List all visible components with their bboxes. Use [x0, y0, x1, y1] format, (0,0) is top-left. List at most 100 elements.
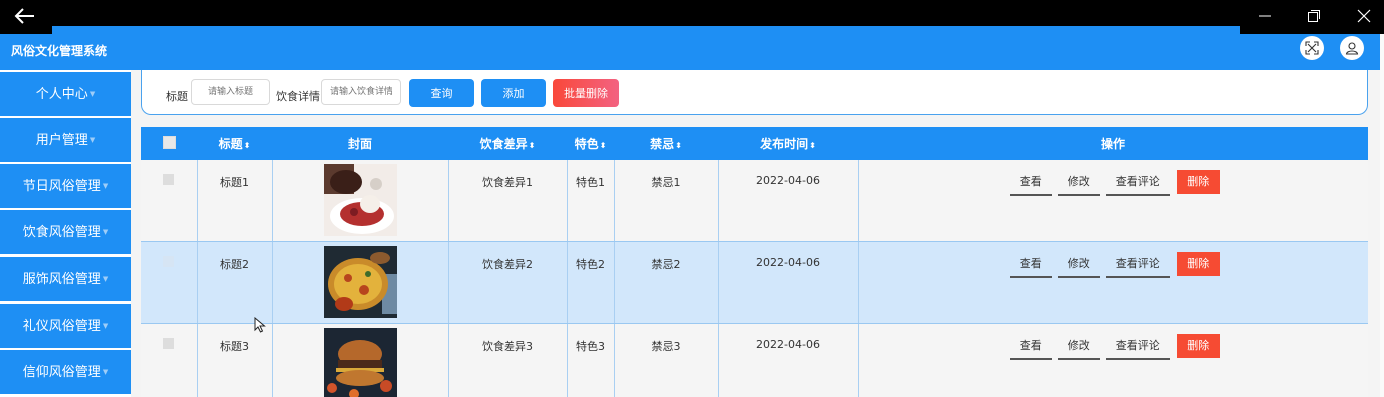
app-header: 风俗文化管理系统 [0, 34, 1380, 70]
row-checkbox-cell [141, 323, 198, 397]
sort-icon: ⬍ [528, 141, 536, 150]
title-cell: 标题2 [197, 241, 273, 324]
view-button[interactable]: 查看 [1009, 170, 1052, 196]
col-header-label: 禁忌 [650, 137, 675, 151]
sidebar: 个人中心 ▼ 用户管理 ▼ 节日风俗管理 ▼ 饮食风俗管理 ▼ 服饰风俗管理 ▼ 礼仪风俗… [0, 70, 131, 397]
delete-button[interactable]: 删除 [1176, 334, 1220, 358]
time-cell: 2022-04-06 [718, 241, 859, 324]
search-bar: 标题 饮食详情 查询 添加 批量删除 [141, 70, 1368, 115]
col-title-header[interactable]: 标题⬍ [197, 127, 272, 160]
batch-delete-button[interactable]: 批量删除 [553, 79, 619, 107]
chevron-down-icon: ▼ [102, 275, 109, 283]
sidebar-item-label: 信仰风俗管理 [22, 365, 101, 380]
scrollbar-track[interactable] [1380, 34, 1384, 397]
dessert-photo[interactable] [323, 164, 397, 236]
title-search-input[interactable] [191, 79, 270, 105]
ops-cell: 查看 修改 查看评论 删除 [858, 160, 1368, 242]
view-comments-button[interactable]: 查看评论 [1105, 334, 1170, 360]
sidebar-item-etiquette-customs[interactable]: 礼仪风俗管理 ▼ [0, 304, 131, 348]
sidebar-item-label: 礼仪风俗管理 [22, 319, 101, 334]
col-time-header[interactable]: 发布时间⬍ [718, 127, 858, 160]
sidebar-item-personal-center[interactable]: 个人中心 ▼ [0, 72, 131, 116]
view-comments-button[interactable]: 查看评论 [1105, 170, 1170, 196]
app-title: 风俗文化管理系统 [11, 44, 108, 58]
cover-cell [272, 241, 449, 324]
restore-icon[interactable] [1294, 4, 1334, 28]
row-checkbox-cell [141, 160, 198, 242]
chevron-down-icon: ▼ [102, 322, 109, 330]
select-all-header [141, 127, 197, 160]
view-comments-button[interactable]: 查看评论 [1105, 252, 1170, 278]
table-row: 标题3 饮食差异3 特色3 禁忌3 2022-04-06 查看 修改 查看评论 … [141, 323, 1368, 397]
add-button[interactable]: 添加 [481, 79, 546, 107]
sidebar-item-festival-customs[interactable]: 节日风俗管理 ▼ [0, 164, 131, 208]
food-detail-search-input[interactable] [321, 79, 401, 105]
diff-cell: 饮食差异1 [448, 160, 568, 242]
title-label: 标题 [166, 90, 188, 103]
food-detail-label: 饮食详情 [276, 90, 320, 103]
col-diff-header[interactable]: 饮食差异⬍ [448, 127, 567, 160]
header-top-strip [52, 26, 1240, 34]
title-cell: 标题1 [197, 160, 273, 242]
table-row: 标题2 饮食差异2 特色2 禁忌2 2022-04-06 查看 修改 查看评论 … [141, 241, 1368, 324]
chevron-down-icon: ▼ [102, 368, 109, 376]
col-header-label: 封面 [347, 137, 372, 151]
sidebar-item-food-customs[interactable]: 饮食风俗管理 ▼ [0, 210, 131, 254]
close-icon[interactable] [1344, 4, 1384, 28]
sidebar-item-label: 饮食风俗管理 [22, 225, 101, 240]
taboo-cell: 禁忌1 [614, 160, 719, 242]
diff-cell: 饮食差异3 [448, 323, 568, 397]
sidebar-item-belief-customs[interactable]: 信仰风俗管理 ▼ [0, 350, 131, 394]
ops-cell: 查看 修改 查看评论 删除 [858, 241, 1368, 324]
query-button[interactable]: 查询 [409, 79, 474, 107]
select-all-checkbox[interactable] [162, 135, 176, 149]
chevron-down-icon: ▼ [89, 90, 96, 98]
edit-button[interactable]: 修改 [1057, 334, 1100, 360]
view-button[interactable]: 查看 [1009, 334, 1052, 360]
col-header-label: 发布时间 [760, 137, 809, 151]
sidebar-item-user-management[interactable]: 用户管理 ▼ [0, 118, 131, 162]
taboo-cell: 禁忌3 [614, 323, 719, 397]
row-checkbox-cell [141, 241, 198, 324]
sidebar-item-label: 服饰风俗管理 [22, 272, 101, 287]
col-header-label: 标题 [218, 137, 243, 151]
col-cover-header: 封面 [272, 127, 448, 160]
delete-button[interactable]: 删除 [1176, 252, 1220, 276]
col-feature-header[interactable]: 特色⬍ [567, 127, 614, 160]
taboo-cell: 禁忌2 [614, 241, 719, 324]
sort-icon: ⬍ [675, 141, 682, 150]
view-button[interactable]: 查看 [1009, 252, 1052, 278]
delete-button[interactable]: 删除 [1176, 170, 1220, 194]
fullscreen-icon[interactable] [1300, 36, 1324, 60]
arrow-left-icon[interactable] [14, 6, 38, 26]
chevron-down-icon: ▼ [102, 182, 109, 190]
mouse-cursor-icon [254, 316, 266, 336]
table-row: 标题1 饮食差异1 特色1 禁忌1 2022-04-06 查看 修改 查看评论 … [141, 160, 1368, 242]
sidebar-item-label: 节日风俗管理 [22, 179, 101, 194]
sidebar-item-label: 用户管理 [35, 133, 88, 148]
pizza-photo[interactable] [323, 246, 397, 318]
col-ops-header: 操作 [858, 127, 1368, 160]
sidebar-item-label: 个人中心 [35, 87, 88, 102]
sort-icon: ⬍ [599, 141, 607, 150]
time-cell: 2022-04-06 [718, 160, 859, 242]
sidebar-item-clothing-customs[interactable]: 服饰风俗管理 ▼ [0, 257, 131, 301]
edit-button[interactable]: 修改 [1057, 170, 1100, 196]
row-checkbox[interactable] [163, 256, 175, 267]
feature-cell: 特色1 [567, 160, 615, 242]
row-checkbox[interactable] [163, 338, 175, 349]
feature-cell: 特色3 [567, 323, 615, 397]
row-checkbox[interactable] [163, 174, 175, 185]
burger-photo[interactable] [323, 328, 397, 397]
col-header-label: 饮食差异 [479, 137, 528, 151]
col-header-label: 特色 [574, 137, 599, 151]
minimize-icon[interactable] [1245, 4, 1285, 28]
user-icon[interactable] [1340, 36, 1364, 60]
col-header-label: 操作 [1100, 137, 1125, 151]
chevron-down-icon: ▼ [102, 228, 109, 236]
chevron-down-icon: ▼ [89, 136, 96, 144]
edit-button[interactable]: 修改 [1057, 252, 1100, 278]
sort-icon: ⬍ [809, 141, 816, 150]
col-taboo-header[interactable]: 禁忌⬍ [614, 127, 718, 160]
cover-cell [272, 323, 449, 397]
